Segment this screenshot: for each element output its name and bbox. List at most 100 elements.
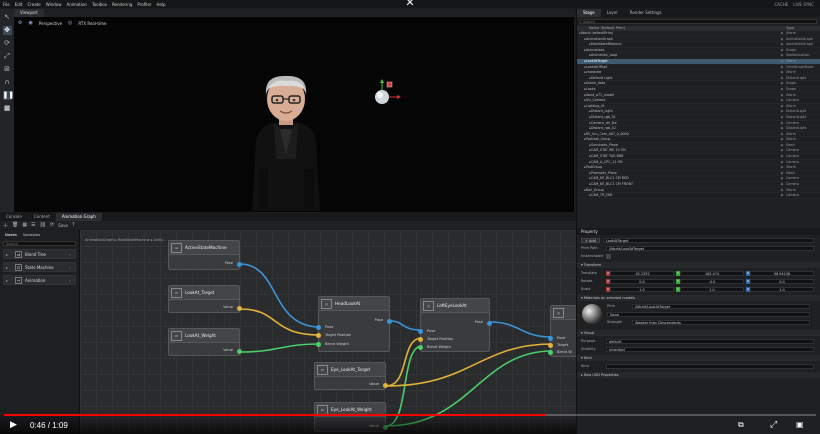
menu-help[interactable]: Help [156, 2, 165, 7]
output-pin[interactable] [387, 319, 392, 324]
visibility-eye-icon[interactable]: ◉ [778, 70, 786, 75]
visibility-eye-icon[interactable]: ◉ [778, 59, 786, 64]
stage-tree-row[interactable]: ▸ CAM_TR_FAR ◉ Camera [577, 193, 820, 199]
grid-icon[interactable]: ▦ [22, 222, 27, 228]
input-pin[interactable] [418, 345, 423, 350]
kind-section-header[interactable]: ▾ Kind [577, 355, 820, 361]
visibility-eye-icon[interactable]: ◉ [778, 126, 786, 131]
fullscreen-icon[interactable]: ⤢ [770, 420, 777, 430]
tree-expand-icon[interactable]: ▸ [577, 132, 586, 137]
visibility-eye-icon[interactable]: ◉ [778, 87, 786, 92]
stage-search-input[interactable]: Search [580, 19, 817, 24]
tree-expand-icon[interactable]: ▸ [577, 98, 586, 103]
node-active-state-machine[interactable]: ⊡ ActiveStateMachine Pose [168, 240, 242, 270]
add-property-button[interactable]: + Add [581, 237, 600, 243]
output-pin[interactable] [237, 349, 242, 354]
character-avatar[interactable] [246, 73, 326, 212]
expand-icon[interactable]: ▸ [6, 265, 12, 270]
visibility-eye-icon[interactable]: ◉ [778, 31, 786, 36]
visibility-eye-icon[interactable]: ◉ [778, 48, 786, 53]
menu-window[interactable]: Window [46, 2, 62, 7]
visibility-eye-icon[interactable]: ◉ [778, 42, 786, 47]
node-item-blend-tree[interactable]: ▸ ⇉ Blend Tree › [3, 249, 76, 259]
rotate-y-field[interactable]: -0.0 [680, 278, 744, 284]
settings-icon[interactable]: ⚙ [18, 20, 22, 26]
input-pin[interactable] [316, 333, 321, 338]
transform-section-header[interactable]: ▾ Transform [577, 262, 820, 268]
material-prim-field[interactable]: /World/LookAtTarget [632, 303, 810, 309]
viewport[interactable]: ⚙ ◉ Perspective ◎ RTX Real-time [14, 17, 574, 212]
delete-icon[interactable]: 🗑 [12, 222, 18, 228]
tree-expand-icon[interactable]: ▸ [577, 53, 591, 58]
tab-viewport[interactable]: Viewport [14, 9, 44, 17]
visibility-eye-icon[interactable]: ◉ [778, 53, 786, 58]
menu-profiler[interactable]: Profiler [137, 2, 151, 7]
tree-expand-icon[interactable]: ▸ [577, 193, 591, 198]
instanceable-checkbox[interactable] [606, 253, 611, 259]
visibility-eye-icon[interactable]: ◉ [778, 176, 786, 181]
visibility-eye-icon[interactable]: ◉ [778, 98, 786, 103]
tree-expand-icon[interactable]: ▸ [577, 143, 591, 148]
tree-expand-icon[interactable]: ▸ [577, 165, 586, 170]
cache-label[interactable]: CACHE [774, 2, 788, 7]
camera-label[interactable]: Perspective [39, 21, 62, 26]
node-item-state-machine[interactable]: ▸ ⊡ State Machine › [3, 262, 76, 272]
tree-expand-icon[interactable]: ▸ [577, 148, 591, 153]
play-icon[interactable]: ▶ [10, 420, 17, 430]
kind-select[interactable] [606, 363, 814, 369]
visibility-eye-icon[interactable]: ◉ [778, 165, 786, 170]
tree-expand-icon[interactable]: ▸ [577, 70, 586, 75]
input-pin[interactable] [548, 350, 553, 355]
visibility-eye-icon[interactable]: ◉ [778, 171, 786, 176]
tree-expand-icon[interactable]: ▸ [577, 93, 586, 98]
node-lefteye-lookat[interactable]: ◎ LeftEyeLookAt Pose Pose Target Position… [418, 298, 492, 352]
expand-icon[interactable]: ▸ [6, 252, 12, 257]
menu-animation[interactable]: Animation [67, 2, 87, 7]
visibility-eye-icon[interactable]: ◉ [778, 93, 786, 98]
snap-tool-icon[interactable]: ⊞ [3, 65, 12, 74]
scale-z-field[interactable]: 1.0 [750, 286, 814, 292]
node-eye-lookat-target[interactable]: Vr Eye_LookAt_Target Value [314, 362, 388, 390]
lookat-target-gizmo[interactable] [370, 79, 402, 111]
select-tool-icon[interactable]: ↖ [3, 13, 12, 22]
translate-z-field[interactable]: 96.94106 [750, 270, 814, 276]
output-pin[interactable] [237, 262, 242, 267]
rotate-tool-icon[interactable]: ⟳ [3, 39, 12, 48]
tree-expand-icon[interactable]: ▸ [577, 154, 591, 159]
tree-expand-icon[interactable]: ▸ [577, 176, 591, 181]
camera-icon[interactable]: ◉ [28, 20, 32, 26]
tree-expand-icon[interactable]: ▸ [577, 126, 591, 131]
menu-toolbox[interactable]: Toolbox [92, 2, 107, 7]
purpose-select[interactable]: default [606, 338, 814, 344]
tree-expand-icon[interactable]: ▸ [577, 121, 591, 126]
visibility-eye-icon[interactable]: ◉ [778, 104, 786, 109]
play-pause-icon[interactable]: ❚❚ [2, 91, 14, 100]
tab-stage[interactable]: Stage [577, 9, 601, 17]
tab-variables[interactable]: Variables [23, 232, 40, 237]
output-pin[interactable] [487, 321, 492, 326]
tree-expand-icon[interactable]: ▸ [577, 48, 586, 53]
move-tool-icon[interactable]: ✥ [2, 26, 12, 35]
tree-expand-icon[interactable]: ▸ [577, 104, 586, 109]
tree-expand-icon[interactable]: ▸ [577, 160, 591, 165]
visibility-eye-icon[interactable]: ◉ [778, 193, 786, 198]
tab-animation-graph[interactable]: Animation Graph [55, 213, 102, 221]
list-icon[interactable]: ☰ [31, 222, 35, 228]
output-pin[interactable] [383, 383, 388, 388]
translate-x-field[interactable]: -92.2392 [610, 270, 674, 276]
visibility-eye-icon[interactable]: ◉ [778, 143, 786, 148]
strength-select[interactable]: Weaker than Descendants [632, 319, 810, 325]
render-mode-label[interactable]: RTX Real-time [78, 21, 106, 26]
refresh-icon[interactable]: ⟳ [50, 222, 54, 228]
visibility-eye-icon[interactable]: ◉ [778, 182, 786, 187]
tree-expand-icon[interactable]: ▸ [577, 59, 586, 64]
visibility-eye-icon[interactable]: ◉ [778, 137, 786, 142]
visibility-eye-icon[interactable]: ◉ [778, 188, 786, 193]
tree-expand-icon[interactable]: ▸ [577, 109, 591, 114]
tree-expand-icon[interactable]: ▸ [577, 65, 586, 70]
tree-expand-icon[interactable]: ▸ [577, 76, 591, 81]
scale-y-field[interactable]: 1.0 [680, 286, 744, 292]
tab-render-settings[interactable]: Render Settings [624, 9, 668, 17]
raw-usd-section-header[interactable]: ▸ Raw USD Properties [577, 372, 820, 378]
youtube-icon[interactable]: ▣ [796, 420, 804, 429]
